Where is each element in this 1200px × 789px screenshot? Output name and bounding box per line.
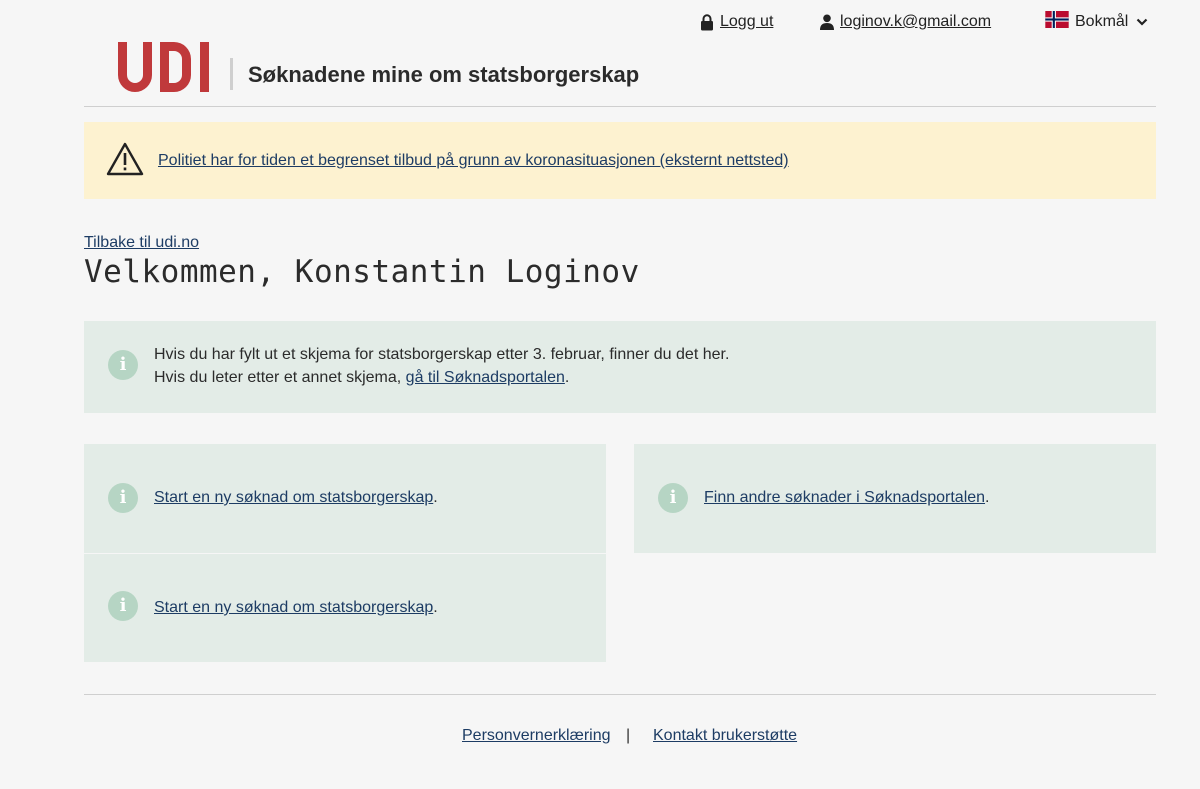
card-text: Start en ny søknad om statsborgerskap.: [154, 596, 438, 619]
footer-divider: [84, 694, 1156, 695]
welcome-heading: Velkommen, Konstantin Loginov: [84, 254, 640, 290]
soknadsportalen-link[interactable]: gå til Søknadsportalen: [406, 369, 565, 386]
notice-line-1: Hvis du har fylt ut et skjema for statsb…: [154, 346, 730, 363]
warning-triangle-icon: [106, 142, 144, 181]
notice-line-2: Hvis du leter etter et annet skjema, gå …: [154, 366, 729, 389]
card-new-application: i Start en ny søknad om statsborgerskap.: [84, 444, 606, 553]
page: Logg ut loginov.k@gmail.com Bokmål Søkna…: [0, 0, 1200, 789]
footer: Personvernerklæring | Kontakt brukerstøt…: [0, 727, 1200, 751]
card-suffix: .: [433, 489, 438, 506]
info-icon: i: [108, 591, 138, 621]
info-notice: i Hvis du har fylt ut et skjema for stat…: [84, 321, 1156, 413]
footer-separator: |: [626, 727, 631, 744]
card-new-application-2: i Start en ny søknad om statsborgerskap.: [84, 554, 606, 662]
logout-button[interactable]: Logg ut: [700, 13, 773, 31]
logout-link[interactable]: Logg ut: [720, 13, 773, 31]
start-new-application-link[interactable]: Start en ny søknad om statsborgerskap: [154, 489, 433, 506]
language-label: Bokmål: [1075, 13, 1129, 30]
find-other-applications-link[interactable]: Finn andre søknader i Søknadsportalen: [704, 489, 985, 506]
user-account[interactable]: loginov.k@gmail.com: [820, 13, 991, 31]
info-icon: i: [658, 483, 688, 513]
notice-line-2-prefix: Hvis du leter etter et annet skjema,: [154, 369, 406, 386]
user-icon: [820, 14, 834, 30]
header-divider: [230, 58, 233, 90]
user-email-link[interactable]: loginov.k@gmail.com: [840, 13, 991, 31]
notice-text: Hvis du har fylt ut et skjema for statsb…: [154, 343, 729, 389]
warning-link[interactable]: Politiet har for tiden et begrenset tilb…: [158, 152, 789, 170]
language-selector[interactable]: Bokmål: [1045, 11, 1148, 33]
privacy-policy-link[interactable]: Personvernerklæring: [462, 727, 611, 745]
start-new-application-link-2[interactable]: Start en ny søknad om statsborgerskap: [154, 599, 433, 616]
card-text: Start en ny søknad om statsborgerskap.: [154, 486, 438, 509]
contact-support-link[interactable]: Kontakt brukerstøtte: [653, 727, 797, 745]
card-suffix: .: [433, 599, 438, 616]
chevron-down-icon: [1136, 18, 1148, 26]
page-title: Søknadene mine om statsborgerskap: [248, 62, 640, 87]
site-header: Søknadene mine om statsborgerskap: [84, 40, 1156, 107]
udi-logo[interactable]: [116, 42, 212, 97]
norway-flag-icon: [1045, 11, 1069, 33]
card-find-applications: i Finn andre søknader i Søknadsportalen.: [634, 444, 1156, 553]
info-icon: i: [108, 483, 138, 513]
card-suffix: .: [985, 489, 990, 506]
warning-banner: Politiet har for tiden et begrenset tilb…: [84, 122, 1156, 199]
notice-line-2-suffix: .: [564, 369, 570, 386]
lock-icon: [700, 13, 714, 31]
info-icon: i: [108, 350, 138, 380]
back-to-udi-link[interactable]: Tilbake til udi.no: [84, 234, 199, 252]
top-bar: Logg ut loginov.k@gmail.com Bokmål: [0, 10, 1200, 36]
card-text: Finn andre søknader i Søknadsportalen.: [704, 486, 990, 509]
